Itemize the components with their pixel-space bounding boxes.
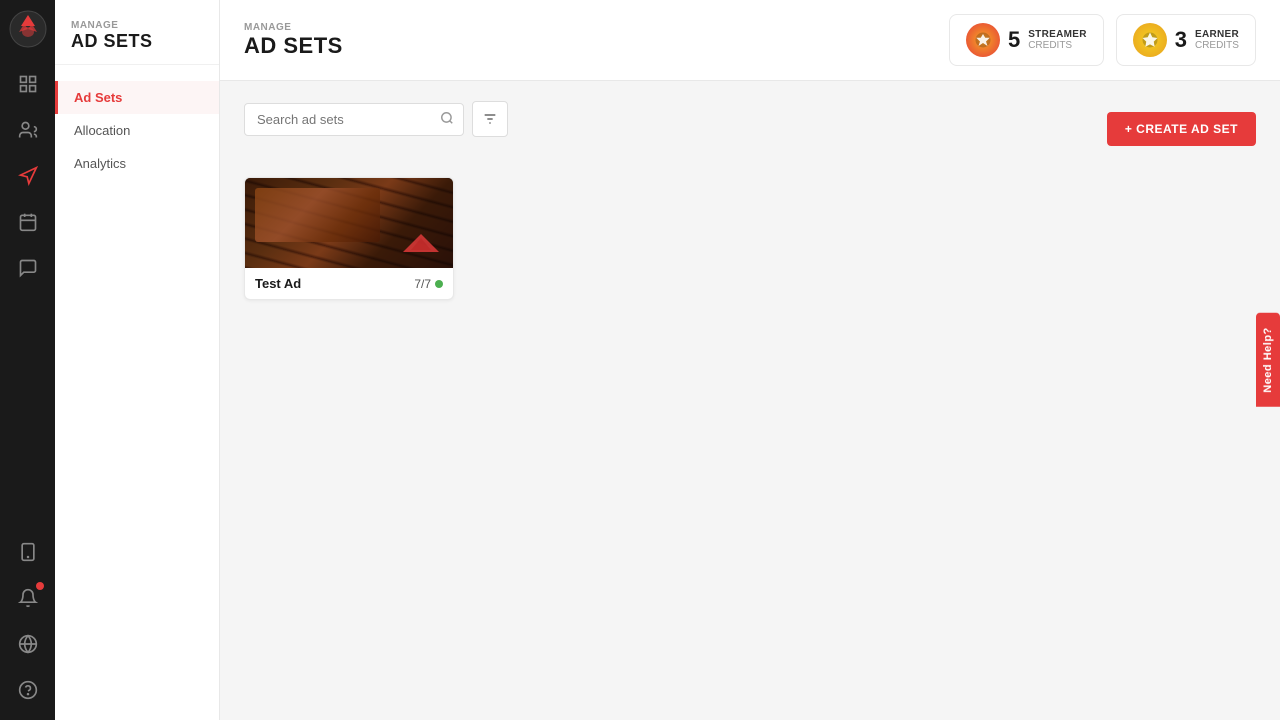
sidebar-header: MANAGE AD SETS [55,0,219,65]
status-dot [435,280,443,288]
search-bar [244,101,508,137]
streamer-credits-count: 5 [1008,27,1020,53]
earner-credits-label: EARNER CREDITS [1195,29,1239,51]
app-logo[interactable] [9,10,47,48]
left-nav [0,0,55,720]
ad-card-info: Test Ad 7/7 [245,268,453,299]
header-title: AD SETS [244,33,343,59]
sidebar-item-analytics[interactable]: Analytics [55,147,219,180]
create-ad-set-button[interactable]: + CREATE AD SET [1107,112,1256,146]
nav-help-icon[interactable] [8,670,48,710]
sidebar: MANAGE AD SETS Ad Sets Allocation Analyt… [55,0,220,720]
sidebar-manage-label: MANAGE [71,20,203,31]
ad-thumbnail [245,178,453,268]
notification-badge [36,582,44,590]
nav-mobile-icon[interactable] [8,532,48,572]
need-help-button[interactable]: Need Help? [1256,313,1280,407]
earner-credits-icon [1133,23,1167,57]
content-area: + CREATE AD SET [220,81,1280,720]
sidebar-item-allocation[interactable]: Allocation [55,114,219,147]
sidebar-title: AD SETS [71,31,203,52]
sidebar-nav: Ad Sets Allocation Analytics [55,65,219,196]
streamer-credits-card: 5 STREAMER CREDITS [949,14,1104,66]
nav-globe-icon[interactable] [8,624,48,664]
main-content: MANAGE AD SETS 5 STREAMER CREDITS [220,0,1280,720]
ad-card-name: Test Ad [255,276,301,291]
nav-dashboard-icon[interactable] [8,64,48,104]
header-manage-label: MANAGE [244,22,343,33]
header-right: 5 STREAMER CREDITS 3 EARNER CREDITS [949,14,1256,66]
earner-credits-card: 3 EARNER CREDITS [1116,14,1256,66]
top-header: MANAGE AD SETS 5 STREAMER CREDITS [220,0,1280,81]
nav-bell-icon[interactable] [8,578,48,618]
streamer-credits-icon [966,23,1000,57]
earner-credits-count: 3 [1175,27,1187,53]
nav-ads-icon[interactable] [8,156,48,196]
ad-card[interactable]: Test Ad 7/7 [244,177,454,300]
nav-chat-icon[interactable] [8,248,48,288]
ad-cards-grid: Test Ad 7/7 [244,177,1256,300]
search-input[interactable] [244,103,464,136]
search-icon [440,111,454,128]
search-input-wrapper [244,103,464,136]
ad-card-status: 7/7 [414,277,443,291]
nav-users-icon[interactable] [8,110,48,150]
streamer-credits-label: STREAMER CREDITS [1028,29,1087,51]
nav-calendar-icon[interactable] [8,202,48,242]
sidebar-item-ad-sets[interactable]: Ad Sets [55,81,219,114]
filter-button[interactable] [472,101,508,137]
header-left: MANAGE AD SETS [244,22,343,59]
